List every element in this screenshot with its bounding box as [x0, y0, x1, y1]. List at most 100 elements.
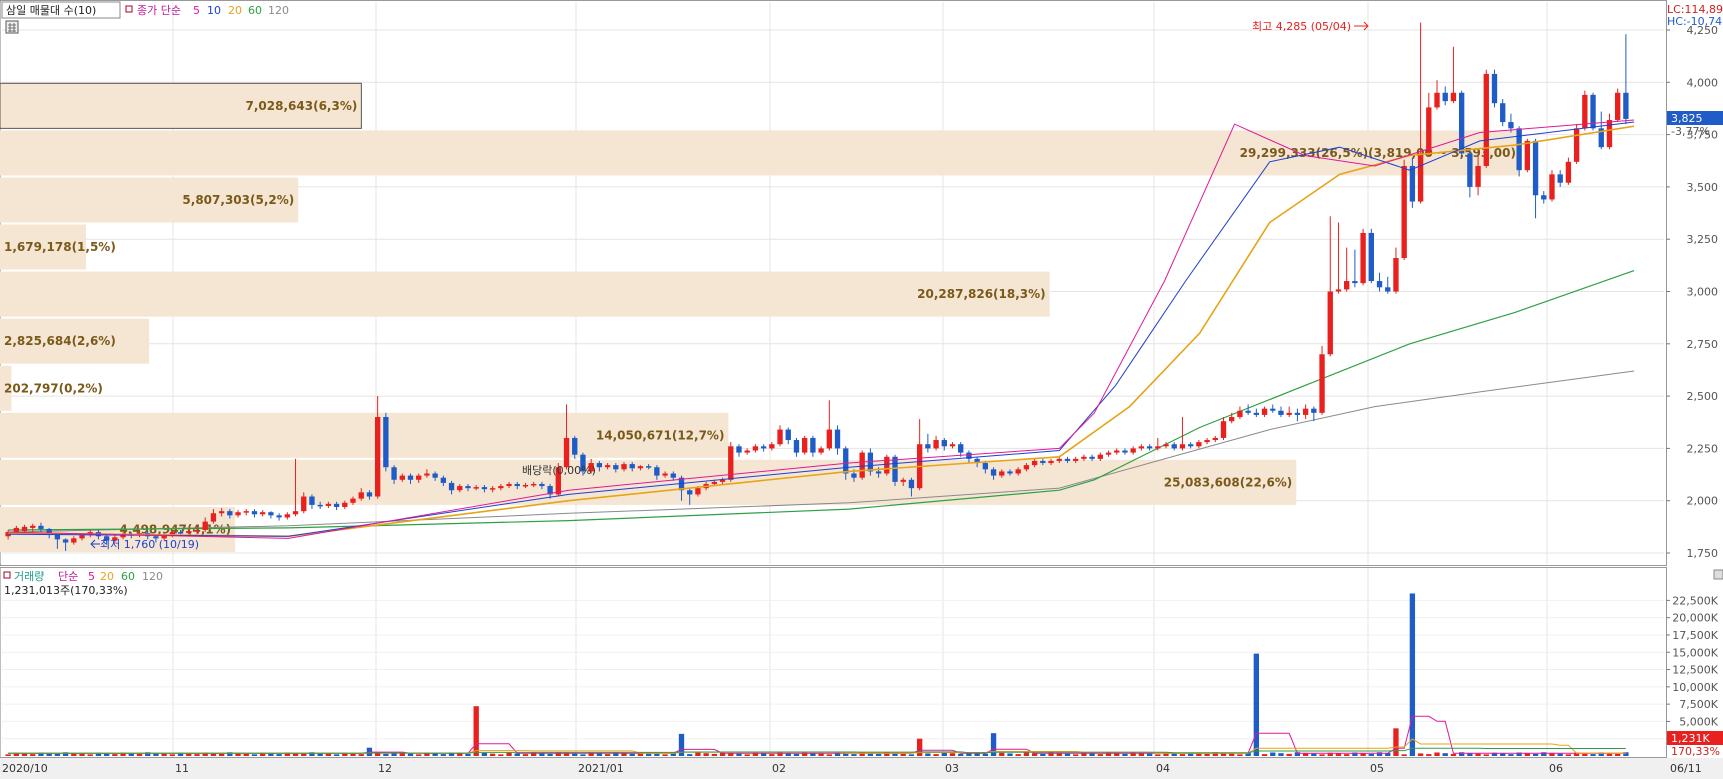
volume-bar: [301, 753, 307, 756]
candle-body: [1031, 460, 1038, 466]
volume-tick-label: 5,000K: [1679, 715, 1718, 728]
volume-tick-label: 12,500K: [1672, 664, 1718, 677]
candle-body: [1130, 448, 1136, 453]
candle-body: [1483, 73, 1489, 166]
x-tick-label: 2021/01: [578, 762, 624, 775]
candle-body: [1549, 174, 1555, 200]
candle-body: [539, 483, 545, 487]
volume-bar: [243, 753, 249, 756]
volume-bar: [136, 753, 143, 756]
volume-bar: [1590, 754, 1596, 756]
candle-body: [1385, 287, 1391, 292]
current-ratio-label: 170,33%: [1671, 745, 1720, 758]
candle-body: [251, 511, 258, 515]
vma60-label: 60: [121, 570, 135, 583]
volume-bar: [489, 753, 496, 756]
volume-bar: [1442, 753, 1448, 756]
x-tick-label: 05: [1370, 762, 1384, 775]
candle-body: [1229, 417, 1235, 422]
candle-body: [1393, 258, 1399, 292]
candle-body: [1187, 444, 1194, 447]
scroll-handle[interactable]: [1713, 569, 1723, 580]
volume-bar: [1237, 754, 1243, 756]
volume-bar: [1426, 754, 1432, 756]
candle-body: [1212, 437, 1218, 441]
volume-bar: [1179, 754, 1186, 756]
candle-body: [1368, 232, 1374, 282]
candle-body: [1409, 165, 1416, 202]
candle-body: [785, 429, 791, 441]
candle-body: [284, 514, 290, 518]
candle-body: [301, 496, 307, 512]
candle-body: [1623, 92, 1629, 119]
volume-current-readout: 1,231,013주(170,33%): [4, 584, 128, 597]
volume-bar: [1278, 753, 1284, 756]
volume-bar: [949, 753, 956, 756]
candle-body: [1138, 446, 1145, 449]
candle-body: [1360, 232, 1366, 284]
price-tick-label: 3,250: [1687, 233, 1719, 246]
dividend-annotation: 배당락(0,00%): [522, 464, 596, 477]
volume-bar: [851, 754, 857, 756]
candle-body: [760, 446, 767, 449]
volume-bar: [999, 752, 1005, 756]
candle-body: [629, 464, 635, 469]
x-tick-label: 2020/10: [2, 762, 48, 775]
volume-bar: [1204, 753, 1210, 756]
vma120-label: 120: [142, 570, 163, 583]
candle-body: [1286, 412, 1292, 415]
x-tick-label: 03: [945, 762, 959, 775]
volume-bar: [1401, 754, 1407, 756]
candle-body: [1253, 412, 1260, 415]
candle-body: [908, 479, 915, 489]
volume-legend-title[interactable]: 거래량: [14, 570, 44, 583]
volume-bar: [695, 752, 701, 756]
volume-bar: [186, 753, 192, 756]
candle-body: [465, 486, 471, 489]
candle-body: [711, 481, 718, 484]
volume-bar: [1615, 753, 1621, 756]
candle-body: [834, 429, 841, 449]
candle-body: [473, 487, 479, 489]
candle-body: [1097, 454, 1103, 459]
volume-bar: [736, 753, 742, 756]
volume-bar: [325, 753, 332, 756]
x-tick-label: 12: [378, 762, 392, 775]
price-legend-title[interactable]: 삼일 매물대 수(10): [6, 3, 96, 17]
volume-bar: [941, 752, 947, 756]
candle-body: [531, 483, 537, 486]
volume-bar: [1270, 752, 1276, 756]
volume-bar: [843, 753, 849, 756]
candle-body: [1073, 458, 1079, 461]
candle-body: [900, 479, 906, 482]
candle-body: [424, 473, 430, 476]
volume-bar: [1015, 754, 1021, 756]
candle-body: [1155, 446, 1161, 449]
profile-label: 25,083,608(22,6%): [1164, 475, 1293, 489]
current-volume-label: 1,231K: [1671, 732, 1710, 745]
volume-bar: [818, 753, 824, 756]
volume-bar: [629, 753, 635, 756]
volume-bar: [1253, 653, 1260, 756]
candle-body: [1056, 458, 1062, 461]
candle-body: [645, 466, 652, 468]
candle-body: [563, 437, 570, 468]
volume-panel-frame: [0, 567, 1667, 758]
volume-bar: [506, 752, 512, 756]
volume-bar: [481, 752, 488, 756]
candle-body: [276, 515, 282, 518]
price-tick-label: 1,750: [1687, 547, 1719, 560]
volume-tick-label: 7,500K: [1679, 698, 1718, 711]
candle-body: [498, 486, 504, 489]
candle-body: [333, 503, 340, 507]
candle-body: [695, 488, 701, 495]
volume-bar: [1007, 753, 1013, 756]
volume-bar: [103, 753, 110, 756]
candle-body: [21, 526, 28, 532]
bottom-axis-strip: [0, 758, 1723, 779]
high-annotation: 최고 4,285 (05/04): [1252, 20, 1351, 33]
ma-prefix: 종가 단순: [137, 4, 181, 17]
volume-bar: [1565, 754, 1572, 756]
candle-body: [637, 466, 644, 469]
price-tick-label: 2,750: [1687, 338, 1719, 351]
